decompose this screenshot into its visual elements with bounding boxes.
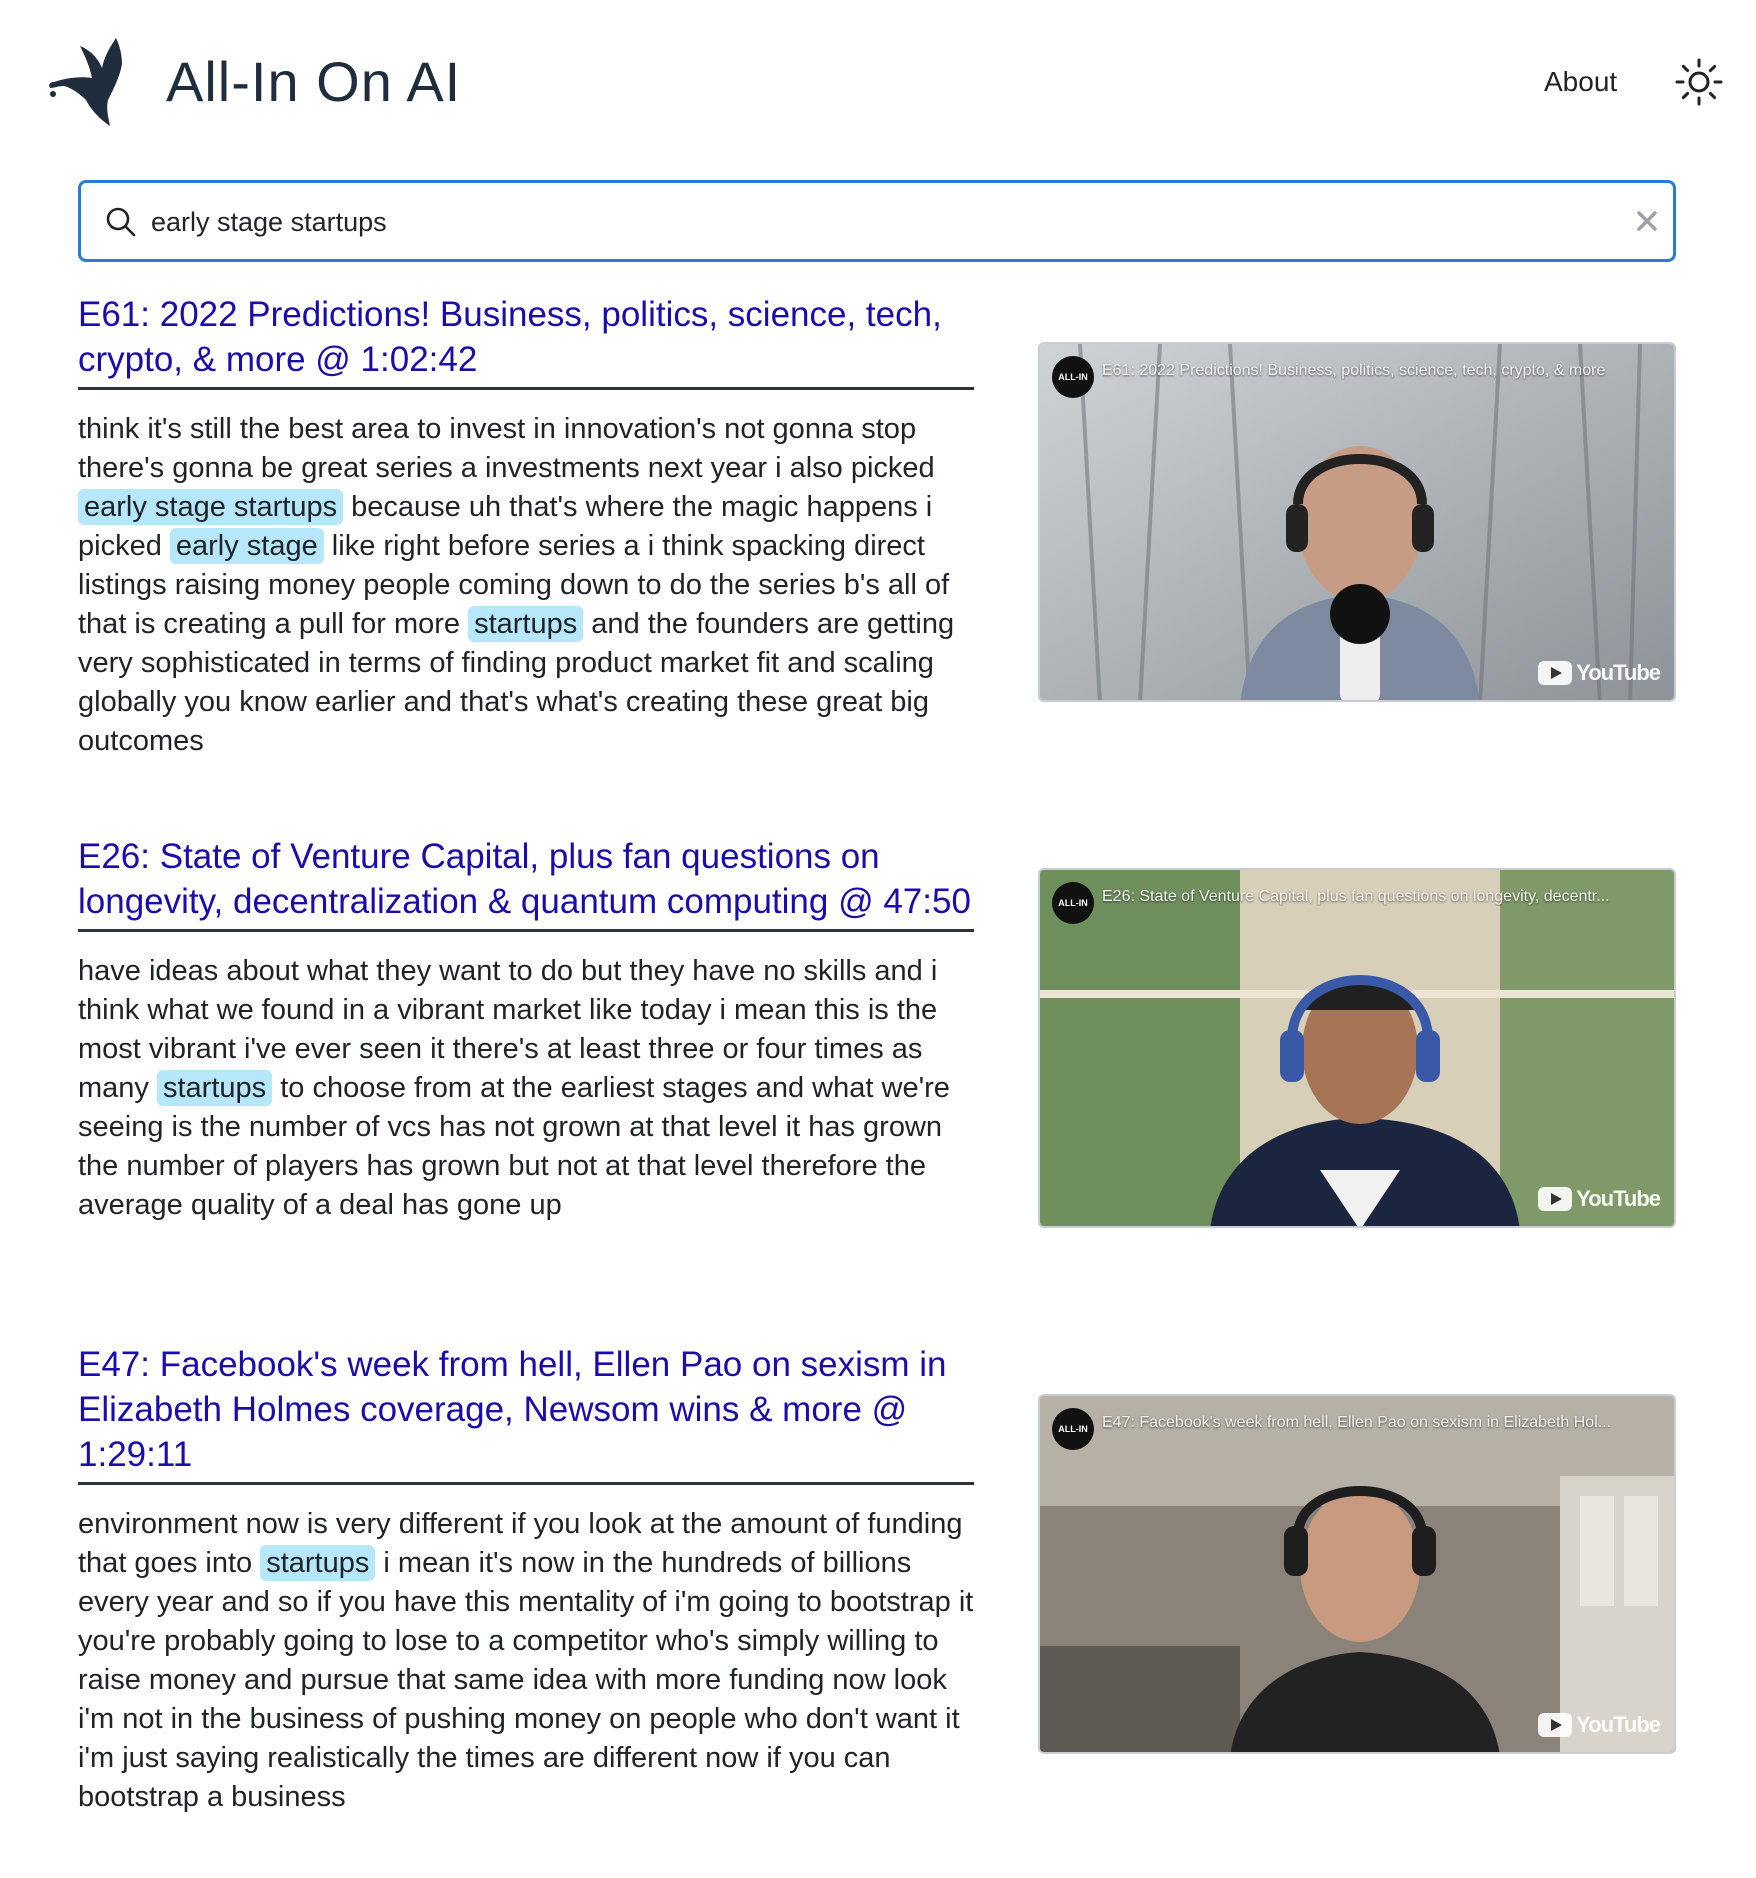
video-frame-image: [1040, 870, 1674, 1226]
video-frame-image: [1040, 1396, 1674, 1752]
result-title-link[interactable]: E61: 2022 Predictions! Business, politic…: [78, 292, 974, 390]
play-icon: [1538, 1187, 1573, 1211]
transcript-snippet: environment now is very different if you…: [78, 1505, 978, 1817]
video-thumbnail[interactable]: ALL-IN E26: State of Venture Capital, pl…: [1038, 868, 1676, 1228]
youtube-logo: YouTube: [1538, 1712, 1661, 1738]
about-link[interactable]: About: [1544, 64, 1617, 100]
search-highlight: early stage startups: [78, 489, 344, 525]
play-icon: [1538, 661, 1573, 685]
channel-badge: ALL-IN: [1052, 356, 1094, 398]
brand-name[interactable]: All-In On AI: [166, 46, 461, 118]
youtube-logo: YouTube: [1538, 660, 1661, 686]
youtube-wordmark: YouTube: [1576, 1186, 1661, 1211]
search-box[interactable]: [78, 180, 1676, 262]
video-thumbnail[interactable]: ALL-IN E61: 2022 Predictions! Business, …: [1038, 342, 1676, 702]
result-item: E26: State of Venture Capital, plus fan …: [78, 834, 1676, 1228]
sun-icon[interactable]: [1674, 57, 1724, 107]
search-icon: [106, 207, 136, 237]
snippet-text: i mean it's now in the hundreds of billi…: [78, 1547, 974, 1813]
close-icon[interactable]: [1629, 203, 1665, 239]
youtube-logo: YouTube: [1538, 1186, 1661, 1212]
channel-badge: ALL-IN: [1052, 1408, 1094, 1450]
search-highlight: early stage: [169, 528, 324, 564]
play-icon: [1538, 1713, 1573, 1737]
result-title-link[interactable]: E26: State of Venture Capital, plus fan …: [78, 834, 974, 932]
snippet-text: think it's still the best area to invest…: [78, 413, 935, 484]
channel-badge: ALL-IN: [1052, 882, 1094, 924]
video-thumbnail[interactable]: ALL-IN E47: Facebook's week from hell, E…: [1038, 1394, 1676, 1754]
video-title: E61: 2022 Predictions! Business, politic…: [1102, 362, 1606, 379]
search-highlight: startups: [260, 1545, 376, 1581]
transcript-snippet: have ideas about what they want to do bu…: [78, 952, 978, 1225]
video-frame-image: [1040, 344, 1674, 700]
bird-logo-icon[interactable]: [46, 36, 146, 128]
result-item: E61: 2022 Predictions! Business, politic…: [78, 292, 1676, 761]
transcript-snippet: think it's still the best area to invest…: [78, 410, 978, 761]
site-header: All-In On AI About: [0, 0, 1756, 170]
youtube-wordmark: YouTube: [1576, 660, 1661, 685]
search-highlight: startups: [468, 606, 584, 642]
result-item: E47: Facebook's week from hell, Ellen Pa…: [78, 1342, 1676, 1817]
video-title: E47: Facebook's week from hell, Ellen Pa…: [1102, 1414, 1612, 1431]
video-title: E26: State of Venture Capital, plus fan …: [1102, 888, 1610, 905]
search-input[interactable]: [149, 197, 1573, 247]
youtube-wordmark: YouTube: [1576, 1712, 1661, 1737]
result-title-link[interactable]: E47: Facebook's week from hell, Ellen Pa…: [78, 1342, 974, 1485]
search-highlight: startups: [156, 1070, 273, 1106]
